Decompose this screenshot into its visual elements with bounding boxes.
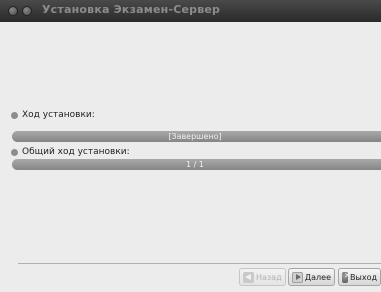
window-minimize-icon[interactable] (22, 6, 32, 16)
window-close-icon[interactable] (8, 6, 18, 16)
installer-window: Установка Экзамен-Сервер Ход установки: … (0, 0, 381, 292)
exit-button[interactable]: Выход (338, 268, 381, 286)
bullet-icon (11, 111, 18, 119)
install-progress-label-text: Ход установки: (22, 110, 95, 120)
window-title: Установка Экзамен-Сервер (42, 3, 221, 16)
overall-progress-label: Общий ход установки: (11, 147, 130, 157)
bullet-icon (11, 148, 18, 156)
install-progress-status: [Завершено] (168, 132, 222, 141)
overall-progress-bar: 1 / 1 (12, 159, 381, 170)
overall-progress-label-text: Общий ход установки: (22, 147, 130, 157)
next-button-label: Далее (304, 272, 331, 282)
installer-content: Ход установки: [Завершено] Общий ход уст… (0, 22, 381, 292)
install-progress-bar: [Завершено] (12, 131, 381, 142)
back-button[interactable]: Назад (239, 268, 286, 286)
arrow-right-icon (292, 271, 303, 283)
arrow-left-icon (243, 271, 254, 283)
back-button-label: Назад (256, 272, 282, 282)
next-button[interactable]: Далее (288, 268, 335, 286)
button-separator (18, 263, 381, 264)
title-bar[interactable]: Установка Экзамен-Сервер (0, 0, 381, 22)
install-progress-label: Ход установки: (11, 110, 95, 120)
overall-progress-status: 1 / 1 (186, 160, 204, 169)
exit-button-label: Выход (350, 272, 377, 282)
close-circle-icon (342, 271, 351, 283)
window-controls (8, 6, 32, 16)
